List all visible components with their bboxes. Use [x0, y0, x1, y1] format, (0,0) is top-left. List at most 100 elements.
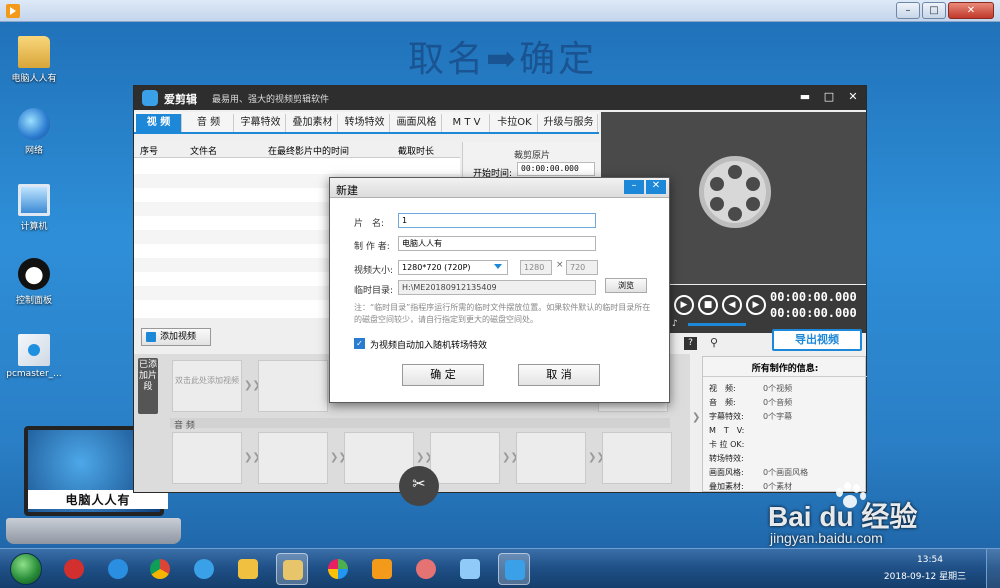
info-row: 转场特效:	[709, 454, 744, 463]
info-row: 字幕特效: 0个字幕	[709, 412, 793, 421]
column-header-final-time[interactable]: 在最终影片中的时间	[268, 144, 349, 157]
watermark-url: jingyan.baidu.com	[770, 530, 883, 546]
timeline-side-tab[interactable]: 已添加片段	[138, 358, 158, 414]
taskbar-app-viewer[interactable]	[232, 553, 264, 585]
volume-slider[interactable]	[688, 323, 746, 326]
app-slogan: 最易用、强大的视频剪辑软件	[212, 95, 330, 105]
desktop-icon-network[interactable]: 网络	[6, 108, 62, 156]
tempdir-field[interactable]: H:\ME20180912135409	[398, 280, 596, 295]
desktop-icon-pcmaster[interactable]: pcmaster_...	[6, 334, 62, 379]
taskbar-app-explorer[interactable]	[276, 553, 308, 585]
column-header-duration[interactable]: 截取时长	[398, 144, 434, 157]
share-icon[interactable]: ⚲	[710, 336, 718, 349]
info-title: 所有制作的信息:	[703, 361, 867, 377]
help-icon[interactable]: ?	[684, 337, 697, 350]
table-header: 序号 文件名 在最终影片中的时间 截取时长	[134, 142, 460, 158]
author-field[interactable]: 电脑人人有	[398, 236, 596, 251]
start-button[interactable]	[10, 553, 42, 585]
tab-video[interactable]: 视 频	[136, 114, 182, 132]
timeline-slot-add[interactable]: 双击此处添加视频	[172, 360, 242, 412]
cancel-button[interactable]: 取 消	[518, 364, 600, 386]
random-transition-label[interactable]: 为视频自动加入随机转场特效	[370, 338, 487, 351]
taskbar-app-browser[interactable]	[188, 553, 220, 585]
tray-date[interactable]: 2018-09-12 星期三	[880, 569, 970, 582]
taskbar-app-ie[interactable]	[102, 553, 134, 585]
desktop-icon-label: 电脑人人有	[11, 74, 57, 84]
timeline-slot[interactable]	[172, 432, 242, 484]
dialog-minimize-button[interactable]: –	[624, 180, 644, 194]
app-close-button[interactable]: ✕	[846, 90, 860, 104]
tab-mtv[interactable]: M T V	[444, 114, 490, 132]
dialog-title: 新建	[336, 184, 358, 197]
scissors-icon[interactable]: ✂	[399, 466, 439, 506]
browse-button[interactable]: 浏览	[605, 278, 647, 293]
add-video-button[interactable]: 添加视频	[141, 328, 211, 346]
stop-icon[interactable]: ■	[698, 295, 718, 315]
desktop-icon-label: pcmaster_...	[6, 369, 62, 379]
video-size-select[interactable]: 1280*720 (720P)	[398, 260, 508, 275]
taskbar-app-pinwheel[interactable]	[322, 553, 354, 585]
tab-picture-style[interactable]: 画面风格	[392, 114, 442, 132]
taskbar-app-jiangmin[interactable]	[58, 553, 90, 585]
desktop-icon-control-panel[interactable]: 控制面板	[6, 258, 62, 306]
computer-icon	[18, 184, 50, 216]
video-size-value: 1280*720 (720P)	[402, 263, 471, 272]
taskbar-app-player[interactable]	[366, 553, 398, 585]
app-menu-button[interactable]: ▬	[798, 90, 812, 104]
folder-icon	[283, 560, 303, 580]
minimize-button[interactable]: –	[896, 2, 920, 19]
desktop-icon-folder[interactable]: 电脑人人有	[6, 36, 62, 84]
random-transition-checkbox[interactable]: ✓	[354, 338, 365, 349]
tab-upgrade-services[interactable]: 升级与服务	[540, 114, 598, 132]
prev-frame-icon[interactable]: ◀	[722, 295, 742, 315]
info-row: 音 频: 0个音频	[709, 398, 793, 407]
tab-bar: 视 频 音 频 字幕特效 叠加素材 转场特效 画面风格 M T V 卡拉OK 升…	[134, 112, 599, 134]
tray-time[interactable]: 13:54	[900, 555, 960, 565]
ok-button[interactable]: 确 定	[402, 364, 484, 386]
tab-karaoke[interactable]: 卡拉OK	[492, 114, 538, 132]
audio-track-header	[170, 418, 670, 428]
media-player-icon	[6, 4, 20, 18]
app-maximize-button[interactable]: □	[822, 90, 836, 104]
export-video-button[interactable]: 导出视频	[772, 329, 862, 351]
chevron-right-icon[interactable]: ❯	[692, 412, 700, 423]
maximize-button[interactable]: □	[922, 2, 946, 19]
timeline-slot[interactable]	[258, 360, 328, 412]
dialog-close-button[interactable]: ✕	[646, 180, 666, 194]
tab-audio[interactable]: 音 频	[184, 114, 234, 132]
network-icon	[18, 108, 50, 140]
crop-start-input[interactable]: 00:00:00.000	[517, 162, 595, 176]
dialog-titlebar: 新建 – ✕	[330, 178, 669, 198]
timeline-slot[interactable]	[602, 432, 672, 484]
taskbar-app-aijianji[interactable]	[498, 553, 530, 585]
show-desktop-button[interactable]	[986, 549, 1000, 588]
timeline-slot[interactable]	[516, 432, 586, 484]
width-field: 1280	[520, 260, 552, 275]
play-icon[interactable]: ▶	[674, 295, 694, 315]
next-frame-icon[interactable]: ▶	[746, 295, 766, 315]
overlay-caption: 取名➡确定	[408, 39, 598, 80]
info-row: M T V:	[709, 426, 745, 435]
timeline-slot[interactable]	[430, 432, 500, 484]
pinwheel-icon	[328, 559, 348, 579]
timeline-slot[interactable]	[258, 432, 328, 484]
name-field[interactable]: 1	[398, 213, 596, 228]
desktop-icon-computer[interactable]: 计算机	[6, 184, 62, 232]
media-player-icon	[372, 559, 392, 579]
taskbar-app-chrome[interactable]	[144, 553, 176, 585]
chevron-down-icon	[494, 264, 502, 269]
column-header-index[interactable]: 序号	[140, 144, 158, 157]
volume-icon[interactable]: ♪	[672, 319, 678, 329]
tab-overlay-materials[interactable]: 叠加素材	[288, 114, 338, 132]
close-button[interactable]: ✕	[948, 2, 994, 19]
slot-hint: 双击此处添加视频	[175, 376, 239, 385]
app-name: 爱剪辑	[164, 93, 197, 106]
settings-icon	[460, 559, 480, 579]
taskbar-app-settings[interactable]	[454, 553, 486, 585]
tab-subtitle-effects[interactable]: 字幕特效	[236, 114, 286, 132]
desktop-icon-label: 计算机	[20, 222, 48, 232]
tab-transitions[interactable]: 转场特效	[340, 114, 390, 132]
author-label: 制 作 者:	[354, 242, 390, 252]
column-header-filename[interactable]: 文件名	[190, 144, 217, 157]
taskbar-app-paint[interactable]	[410, 553, 442, 585]
